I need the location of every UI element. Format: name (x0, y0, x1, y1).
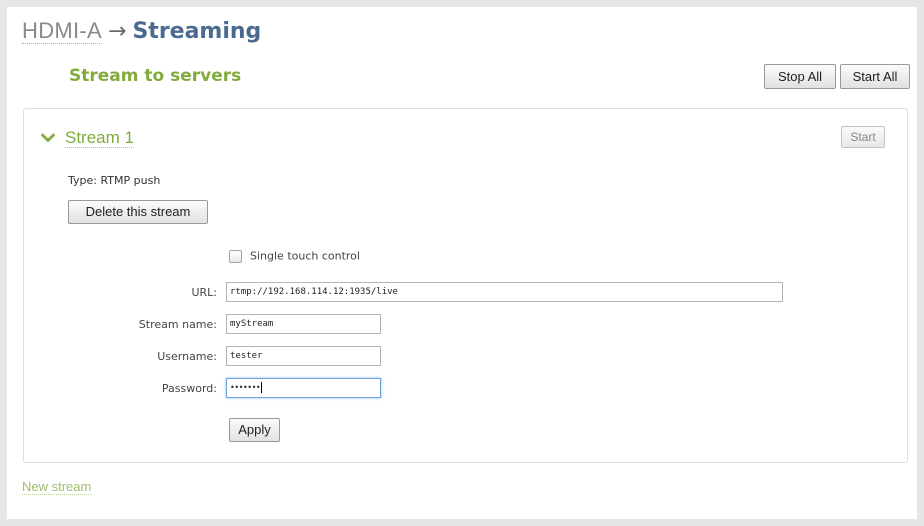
username-label: Username: (157, 350, 217, 363)
username-input[interactable]: tester (226, 346, 381, 366)
stream-type-text: Type: RTMP push (68, 174, 161, 187)
stream-panel: Stream 1 Start Type: RTMP push Delete th… (23, 108, 908, 463)
single-touch-checkbox[interactable] (229, 249, 242, 263)
single-touch-label: Single touch control (250, 249, 360, 263)
stream-title[interactable]: Stream 1 (65, 127, 134, 148)
start-all-button[interactable]: Start All (840, 64, 910, 89)
stream-name-value: myStream (230, 319, 274, 329)
password-label: Password: (161, 382, 217, 395)
breadcrumb-arrow: → (108, 19, 127, 44)
breadcrumb-parent-link[interactable]: HDMI-A (22, 18, 103, 44)
stream-name-label: Stream name: (138, 318, 217, 331)
chevron-down-icon[interactable] (41, 128, 55, 147)
password-input[interactable]: ••••••• (226, 378, 381, 398)
text-caret (261, 382, 263, 393)
delete-stream-button[interactable]: Delete this stream (68, 200, 208, 224)
stream-header[interactable]: Stream 1 (41, 127, 134, 148)
stop-all-button[interactable]: Stop All (764, 64, 836, 89)
section-title: Stream to servers (69, 66, 242, 86)
apply-button[interactable]: Apply (229, 418, 280, 442)
username-value: tester (230, 351, 263, 361)
page-title: Streaming (132, 19, 262, 44)
single-touch-control-row[interactable]: Single touch control (229, 249, 360, 263)
url-input[interactable]: rtmp://192.168.114.12:1935/live (226, 282, 783, 302)
url-label: URL: (191, 286, 217, 299)
page-frame: HDMI-A → Streaming Stream to servers Stop … (7, 7, 917, 519)
url-value: rtmp://192.168.114.12:1935/live (230, 287, 398, 297)
stream-start-button[interactable]: Start (841, 126, 885, 148)
new-stream-link[interactable]: New stream (22, 479, 92, 495)
breadcrumb: HDMI-A → Streaming (22, 18, 261, 45)
stream-name-input[interactable]: myStream (226, 314, 381, 334)
password-value: ••••••• (230, 383, 261, 392)
